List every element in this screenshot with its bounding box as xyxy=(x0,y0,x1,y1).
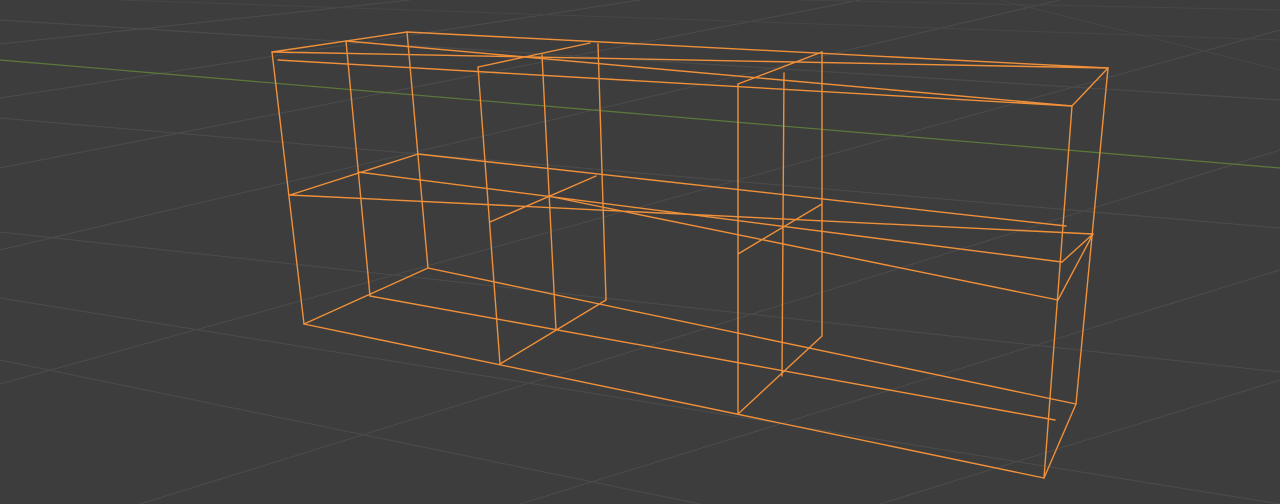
mesh-edge xyxy=(303,323,1045,479)
mesh-edge xyxy=(781,72,785,377)
grid-line xyxy=(999,0,1280,71)
mesh-edge xyxy=(303,267,429,325)
grid-line xyxy=(0,359,701,504)
x-axis-line xyxy=(0,59,1280,169)
mesh-edge xyxy=(289,153,419,196)
grid-line xyxy=(519,269,1280,504)
mesh-edge xyxy=(489,175,597,223)
mesh-edge xyxy=(357,171,1063,263)
mesh-edge xyxy=(271,51,305,325)
viewport-canvas[interactable] xyxy=(0,0,1280,504)
mesh-edge xyxy=(499,299,607,365)
mesh-edge xyxy=(271,31,408,53)
mesh-edge xyxy=(547,195,1059,301)
mesh-edge xyxy=(345,40,371,297)
mesh-edge xyxy=(345,40,1073,107)
mesh-edge xyxy=(406,31,1109,69)
mesh-edge xyxy=(597,43,607,301)
mesh-edge xyxy=(277,59,1073,107)
grid-line xyxy=(0,231,1280,373)
mesh-edge xyxy=(427,267,1077,405)
grid-line xyxy=(0,0,411,45)
grid-line xyxy=(0,29,1280,385)
mesh-edge xyxy=(417,153,1067,227)
mesh-edge xyxy=(541,54,557,331)
mesh-edge xyxy=(1061,233,1094,263)
grid-line xyxy=(0,0,861,169)
3d-viewport[interactable] xyxy=(0,0,1280,504)
shelf-wireframe-mesh[interactable] xyxy=(271,31,1109,479)
grid-line xyxy=(799,0,1280,11)
mesh-edge xyxy=(369,295,1056,421)
grid-line xyxy=(0,0,1061,251)
grid-line xyxy=(0,19,1280,101)
mesh-edge xyxy=(1057,233,1094,301)
mesh-edge xyxy=(271,51,1109,69)
mesh-edge xyxy=(477,66,501,365)
mesh-edge xyxy=(737,203,823,255)
